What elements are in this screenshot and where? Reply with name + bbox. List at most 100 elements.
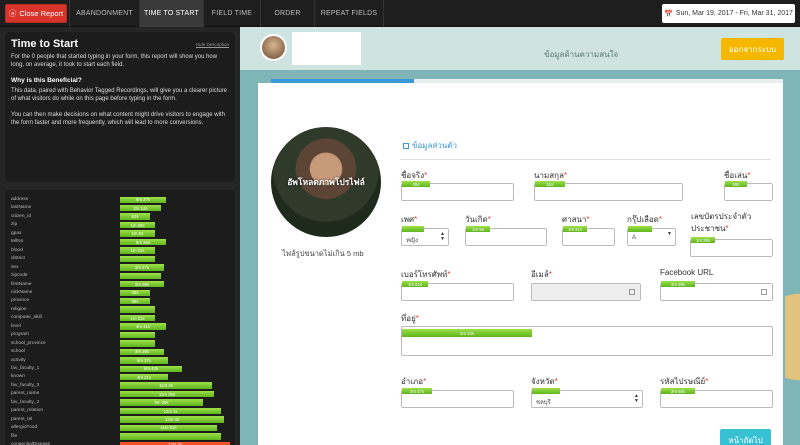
time-bar: 1m 28s: [691, 237, 715, 243]
field-row: parent_name 11m 25s: [5, 390, 235, 398]
logout-button[interactable]: ออกจากระบบ: [721, 38, 784, 60]
province-label: จังหวัด*: [531, 377, 558, 386]
form-progress-bar: [271, 79, 783, 83]
field-name: religion: [11, 306, 27, 312]
field-row: program: [5, 331, 235, 339]
field-time-bar: 3m 29s: [120, 348, 164, 356]
field-name: lastName: [11, 205, 32, 211]
address-textarea[interactable]: 2m 14s: [401, 326, 773, 356]
field-name: activity: [11, 357, 26, 363]
field-name: sex: [11, 264, 19, 270]
square-icon: [403, 142, 409, 149]
close-report-button[interactable]: ⓐ Close Report: [5, 4, 67, 23]
hide-description-link[interactable]: Hide Description: [196, 42, 229, 47]
field-row: gpax 1m 5s: [5, 230, 235, 238]
field-row: province 59s: [5, 297, 235, 305]
time-bar: 1m 21s: [563, 226, 587, 232]
time-bar: 2m 14s: [402, 329, 532, 337]
why-title: Why is this Beneficial?: [11, 76, 82, 84]
field-time-bar: 12m 4s: [120, 416, 224, 423]
top-bar: ⓐ Close Report ABANDONMENT TIME TO START…: [0, 0, 800, 27]
field-name: level: [11, 323, 21, 329]
field-time-bar: 11m 53s: [120, 424, 217, 432]
decoration: [785, 267, 800, 407]
last-name-field[interactable]: 52s: [534, 181, 683, 201]
field-name: fav_faculty_2: [11, 399, 40, 405]
form-preview: ข้อมูลด้านความสนใจ ออกจากระบบ อัพโหลดภาพ…: [240, 27, 800, 445]
avatar: [260, 34, 287, 61]
field-name: gpax: [11, 230, 22, 236]
field-row: activity 5m 37s: [5, 357, 235, 365]
religion-field[interactable]: 1m 21s: [562, 226, 615, 246]
time-bar: 1m 51s: [402, 281, 428, 287]
tab-time-to-start[interactable]: TIME TO START: [139, 0, 203, 27]
tab-repeat-fields[interactable]: REPEAT FIELDS: [314, 0, 384, 27]
field-name: school_province: [11, 340, 46, 346]
profile-photo-upload[interactable]: อัพโหลดภาพโปรไฟล์: [271, 127, 381, 237]
field-time-bar: 12m 1s: [120, 407, 221, 415]
field-time-bar: 1m 21s: [120, 314, 155, 322]
field-row: parent_relation 12m 1s: [5, 407, 235, 415]
field-name: computer_skill: [11, 315, 42, 321]
sex-value: หญิง: [406, 238, 418, 244]
time-bar: 1m 5s: [466, 226, 490, 232]
facebook-field[interactable]: 2m 59s: [660, 281, 773, 301]
field-name: province: [11, 298, 30, 304]
field-name: school: [11, 349, 25, 355]
field-time-bar: 5m 37s: [120, 357, 168, 364]
field-row: district: [5, 255, 235, 263]
field-name: file: [11, 433, 18, 439]
action-text: You can then make decisions on what cont…: [11, 112, 225, 127]
field-time-bar: 1m 5s: [120, 230, 155, 237]
tel-field[interactable]: 1m 51s: [401, 281, 514, 301]
checkbox-icon: [629, 289, 635, 295]
field-row: computer_skill 1m 21s: [5, 314, 235, 322]
field-time-bar: [120, 306, 155, 313]
field-row: known 4m 21s: [5, 373, 235, 381]
field-name: firstName: [11, 281, 32, 287]
field-row: file: [5, 433, 235, 441]
field-row: tellNo 5m 26s: [5, 238, 235, 246]
time-bar: 45s: [402, 181, 430, 187]
tab-abandonment[interactable]: ABANDONMENT: [69, 0, 139, 27]
next-page-button[interactable]: หน้าถัดไป: [720, 429, 771, 445]
date-range-picker[interactable]: 📅 Sun, Mar 19, 2017 - Fri, Mar 31, 2017: [662, 4, 795, 23]
field-row: fav_faculty_3 11m 4s: [5, 382, 235, 390]
select-arrows-icon: ▲ ▼: [634, 393, 639, 404]
field-time-bar: [120, 331, 155, 339]
field-time-bar: 59s: [120, 297, 150, 305]
email-field[interactable]: [531, 283, 641, 301]
time-bar: 2m 47s: [402, 388, 432, 394]
district-label: อำเภอ*: [401, 377, 427, 386]
field-time-bar: 5m 43s: [120, 365, 182, 372]
field-name: citizen_id: [11, 213, 31, 219]
field-row: congenitalDisease 13m 3s: [5, 441, 235, 445]
tel-label: เบอร์โทรศัพท์*: [401, 270, 451, 279]
citizen-id-label: เลขบัตรประจำตัวประชาชน*: [691, 212, 752, 233]
district-field[interactable]: 2m 47s: [401, 388, 514, 408]
first-name-field[interactable]: 45s: [401, 181, 514, 201]
time-bar: [402, 226, 424, 232]
zipcode-field[interactable]: 2m 58s: [660, 388, 773, 408]
report-panel: Time to Start Hide Description For the 0…: [0, 27, 240, 445]
field-row: firstName 2m 58s: [5, 281, 235, 289]
form-card: อัพโหลดภาพโปรไฟล์ ไฟล์รูปขนาดไม่เกิน 5 m…: [258, 83, 783, 445]
field-time-bar: [120, 340, 155, 347]
blood-select[interactable]: A ▼: [627, 226, 676, 246]
tab-field-time[interactable]: FIELD TIME: [203, 0, 260, 27]
field-row: school 3m 29s: [5, 348, 235, 356]
select-arrows-icon: ▲ ▼: [440, 231, 445, 242]
citizen-id-field[interactable]: 1m 28s: [690, 237, 773, 257]
province-select[interactable]: ชลบุรี ▲ ▼: [531, 388, 643, 408]
nickname-field[interactable]: 59s: [724, 181, 773, 201]
sex-select[interactable]: หญิง ▲ ▼: [401, 226, 449, 246]
field-row: parent_tel 12m 4s: [5, 416, 235, 424]
birthday-field[interactable]: 1m 5s: [465, 226, 547, 246]
tab-order[interactable]: ORDER: [260, 0, 314, 27]
field-row: blood 1m 11s: [5, 247, 235, 255]
field-row: fav_faculty_2 9m 29s: [5, 399, 235, 407]
field-time-bar: 11m 25s: [120, 390, 214, 398]
date-range-label: Sun, Mar 19, 2017 - Fri, Mar 31, 2017: [675, 10, 793, 17]
field-name: tellNo: [11, 239, 24, 245]
field-row: fav_faculty_1 5m 43s: [5, 365, 235, 373]
